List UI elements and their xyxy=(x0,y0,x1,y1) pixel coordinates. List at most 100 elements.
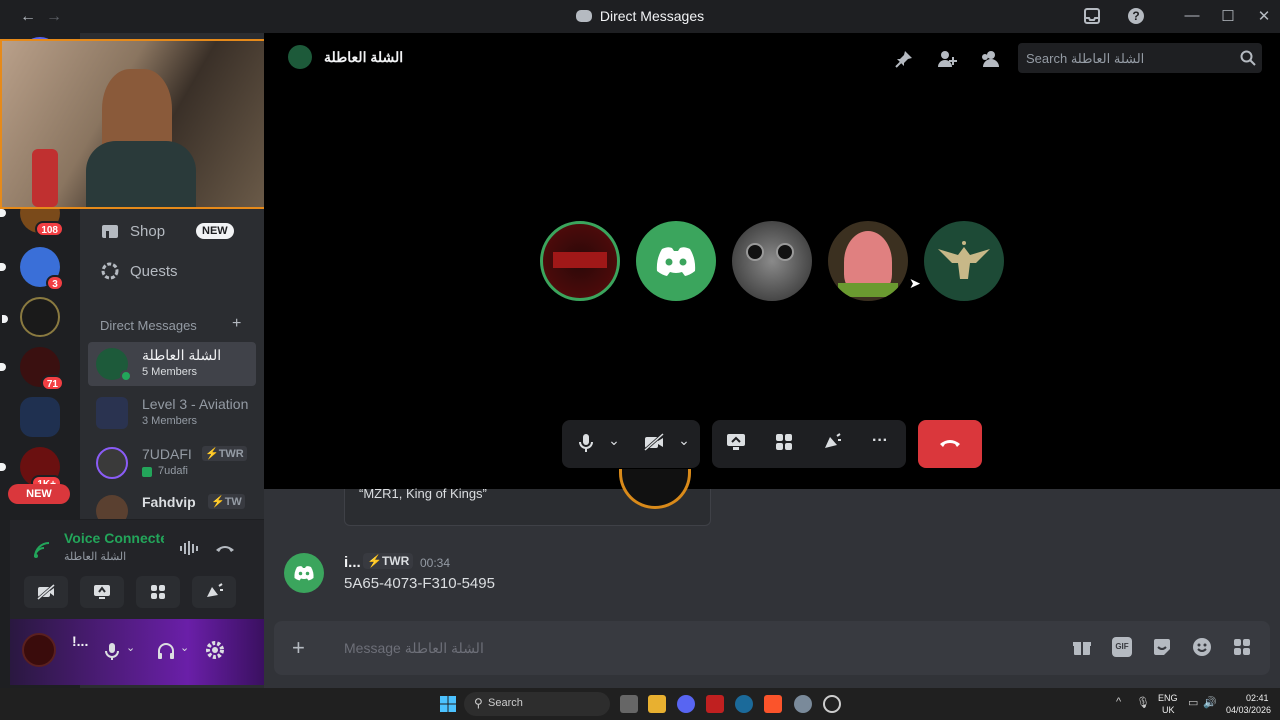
mic-options-chevron-icon[interactable]: ⌄ xyxy=(602,432,626,456)
activities-button[interactable] xyxy=(136,576,180,608)
clock-time[interactable]: 02:41 xyxy=(1246,693,1269,703)
discord-logo-icon xyxy=(575,10,592,22)
clan-tag[interactable]: ⚡TWR xyxy=(363,553,414,569)
mention-badge: 3 xyxy=(46,275,64,291)
participant-avatar[interactable] xyxy=(636,221,716,301)
discord-taskbar-icon[interactable] xyxy=(677,695,695,713)
message-avatar[interactable] xyxy=(284,553,324,593)
taskbar-search[interactable]: ⚲ Search xyxy=(464,692,610,716)
call-view: الشلة العاطلة Search الشلة العاطلة ➤ ⌄ ⌄… xyxy=(264,33,1280,489)
apps-icon[interactable] xyxy=(1232,637,1252,657)
server-icon[interactable] xyxy=(20,397,60,437)
participant-avatar[interactable] xyxy=(924,221,1004,301)
search-input[interactable]: Search الشلة العاطلة xyxy=(1018,43,1262,73)
pin-icon[interactable] xyxy=(894,49,914,69)
new-pill[interactable]: NEW xyxy=(8,484,70,504)
server-icon[interactable] xyxy=(2,297,60,337)
participant-avatar[interactable] xyxy=(540,221,620,301)
discord-logo-icon xyxy=(654,245,698,277)
language-indicator[interactable]: ENG xyxy=(1158,693,1178,703)
dm-header: Direct Messages xyxy=(100,318,197,333)
dm-item[interactable]: Level 3 - Aviation 3 Members xyxy=(88,391,256,435)
server-icon[interactable]: 1K+ xyxy=(0,447,62,491)
signal-icon[interactable] xyxy=(32,540,52,560)
unread-indicator xyxy=(0,209,6,217)
brave-browser-icon[interactable] xyxy=(764,695,782,713)
soundboard-icon[interactable] xyxy=(820,432,844,456)
camera-off-icon[interactable] xyxy=(642,432,666,456)
maximize-icon[interactable]: ☐ xyxy=(1218,7,1238,27)
inbox-icon[interactable] xyxy=(1082,7,1102,27)
clan-tag: ⚡TWR xyxy=(202,446,247,461)
device-icon xyxy=(142,467,152,477)
activities-icon[interactable] xyxy=(772,432,796,456)
network-icon[interactable]: ▭ xyxy=(1188,696,1198,709)
message-author[interactable]: i... xyxy=(344,554,361,571)
shop-link[interactable]: Shop NEW xyxy=(88,211,256,251)
sticker-icon[interactable] xyxy=(1152,637,1172,657)
quests-icon xyxy=(100,261,120,281)
obs-icon[interactable] xyxy=(823,695,841,713)
microphone-prop xyxy=(32,149,58,207)
quests-link[interactable]: Quests xyxy=(88,251,256,291)
task-view-icon[interactable] xyxy=(620,695,638,713)
dm-item[interactable]: 7UDAFI ⚡TWR 7udafi xyxy=(88,441,256,485)
steam-icon[interactable] xyxy=(735,695,753,713)
camera-options-chevron-icon[interactable]: ⌄ xyxy=(672,432,696,456)
server-icon[interactable]: 71 xyxy=(0,347,64,391)
gif-icon[interactable]: GIF xyxy=(1112,637,1132,657)
dm-item[interactable]: Fahdvip ⚡TW xyxy=(88,489,256,527)
voice-connection-panel: Voice Connected الشلة العاطلة xyxy=(10,519,264,619)
microphone-icon[interactable] xyxy=(102,641,128,661)
noise-suppression-icon[interactable] xyxy=(178,538,198,558)
user-avatar[interactable] xyxy=(22,633,56,667)
unread-indicator xyxy=(0,363,6,371)
add-member-icon[interactable] xyxy=(936,49,958,69)
user-avatar xyxy=(96,447,128,479)
more-options-icon[interactable]: ··· xyxy=(868,432,892,456)
tray-chevron-icon[interactable]: ^ xyxy=(1116,696,1121,708)
mention-badge: 71 xyxy=(40,375,64,391)
gift-icon[interactable] xyxy=(1072,637,1092,657)
disconnect-icon[interactable] xyxy=(214,538,236,558)
emoji-icon[interactable] xyxy=(1192,637,1212,657)
camera-button[interactable] xyxy=(24,576,68,608)
username[interactable]: !... xyxy=(72,633,88,649)
settings-taskbar-icon[interactable] xyxy=(794,695,812,713)
close-window-icon[interactable]: ✕ xyxy=(1254,7,1274,27)
online-status-icon xyxy=(120,370,132,382)
settings-gear-icon[interactable] xyxy=(204,639,226,661)
app-taskbar-icon[interactable] xyxy=(706,695,724,713)
chevron-down-icon[interactable]: ⌄ xyxy=(126,641,135,654)
file-explorer-icon[interactable] xyxy=(648,695,666,713)
minimize-icon[interactable]: — xyxy=(1182,7,1202,27)
new-badge: NEW xyxy=(196,223,234,239)
member-list-icon[interactable] xyxy=(978,49,1000,69)
server-icon[interactable]: 3 xyxy=(0,247,64,291)
soundboard-button[interactable] xyxy=(192,576,236,608)
microphone-icon[interactable] xyxy=(574,432,598,456)
volume-icon[interactable]: 🔊 xyxy=(1203,696,1217,709)
group-icon xyxy=(288,45,312,69)
clock-date: 04/03/2026 xyxy=(1226,705,1272,715)
dm-item[interactable]: الشلة العاطلة 5 Members xyxy=(88,342,256,386)
microphone-tray-icon[interactable]: 🎙 xyxy=(1136,696,1150,709)
screen-share-icon[interactable] xyxy=(724,432,748,456)
screen-share-button[interactable] xyxy=(80,576,124,608)
participant-avatar[interactable] xyxy=(828,221,908,301)
start-menu-icon[interactable] xyxy=(440,696,456,712)
headphones-icon[interactable] xyxy=(156,641,176,661)
leave-call-button[interactable] xyxy=(918,420,982,468)
embed-thumbnail[interactable] xyxy=(619,469,691,509)
message-input[interactable]: + Message الشلة العاطلة GIF xyxy=(274,621,1270,675)
voice-channel-name[interactable]: الشلة العاطلة xyxy=(64,550,126,563)
chevron-down-icon[interactable]: ⌄ xyxy=(180,641,189,654)
activity-controls: ··· xyxy=(712,420,906,468)
create-dm-icon[interactable]: + xyxy=(232,315,241,333)
attach-plus-icon[interactable]: + xyxy=(292,635,305,661)
participant-avatar[interactable] xyxy=(732,221,812,301)
voice-status[interactable]: Voice Connected xyxy=(64,530,164,546)
help-icon[interactable]: ? xyxy=(1126,7,1146,27)
windows-taskbar: ⚲ Search ^ 🎙 ENG UK ▭ 🔊 02:41 04/03/2026 xyxy=(0,688,1280,720)
webcam-overlay xyxy=(0,39,266,209)
